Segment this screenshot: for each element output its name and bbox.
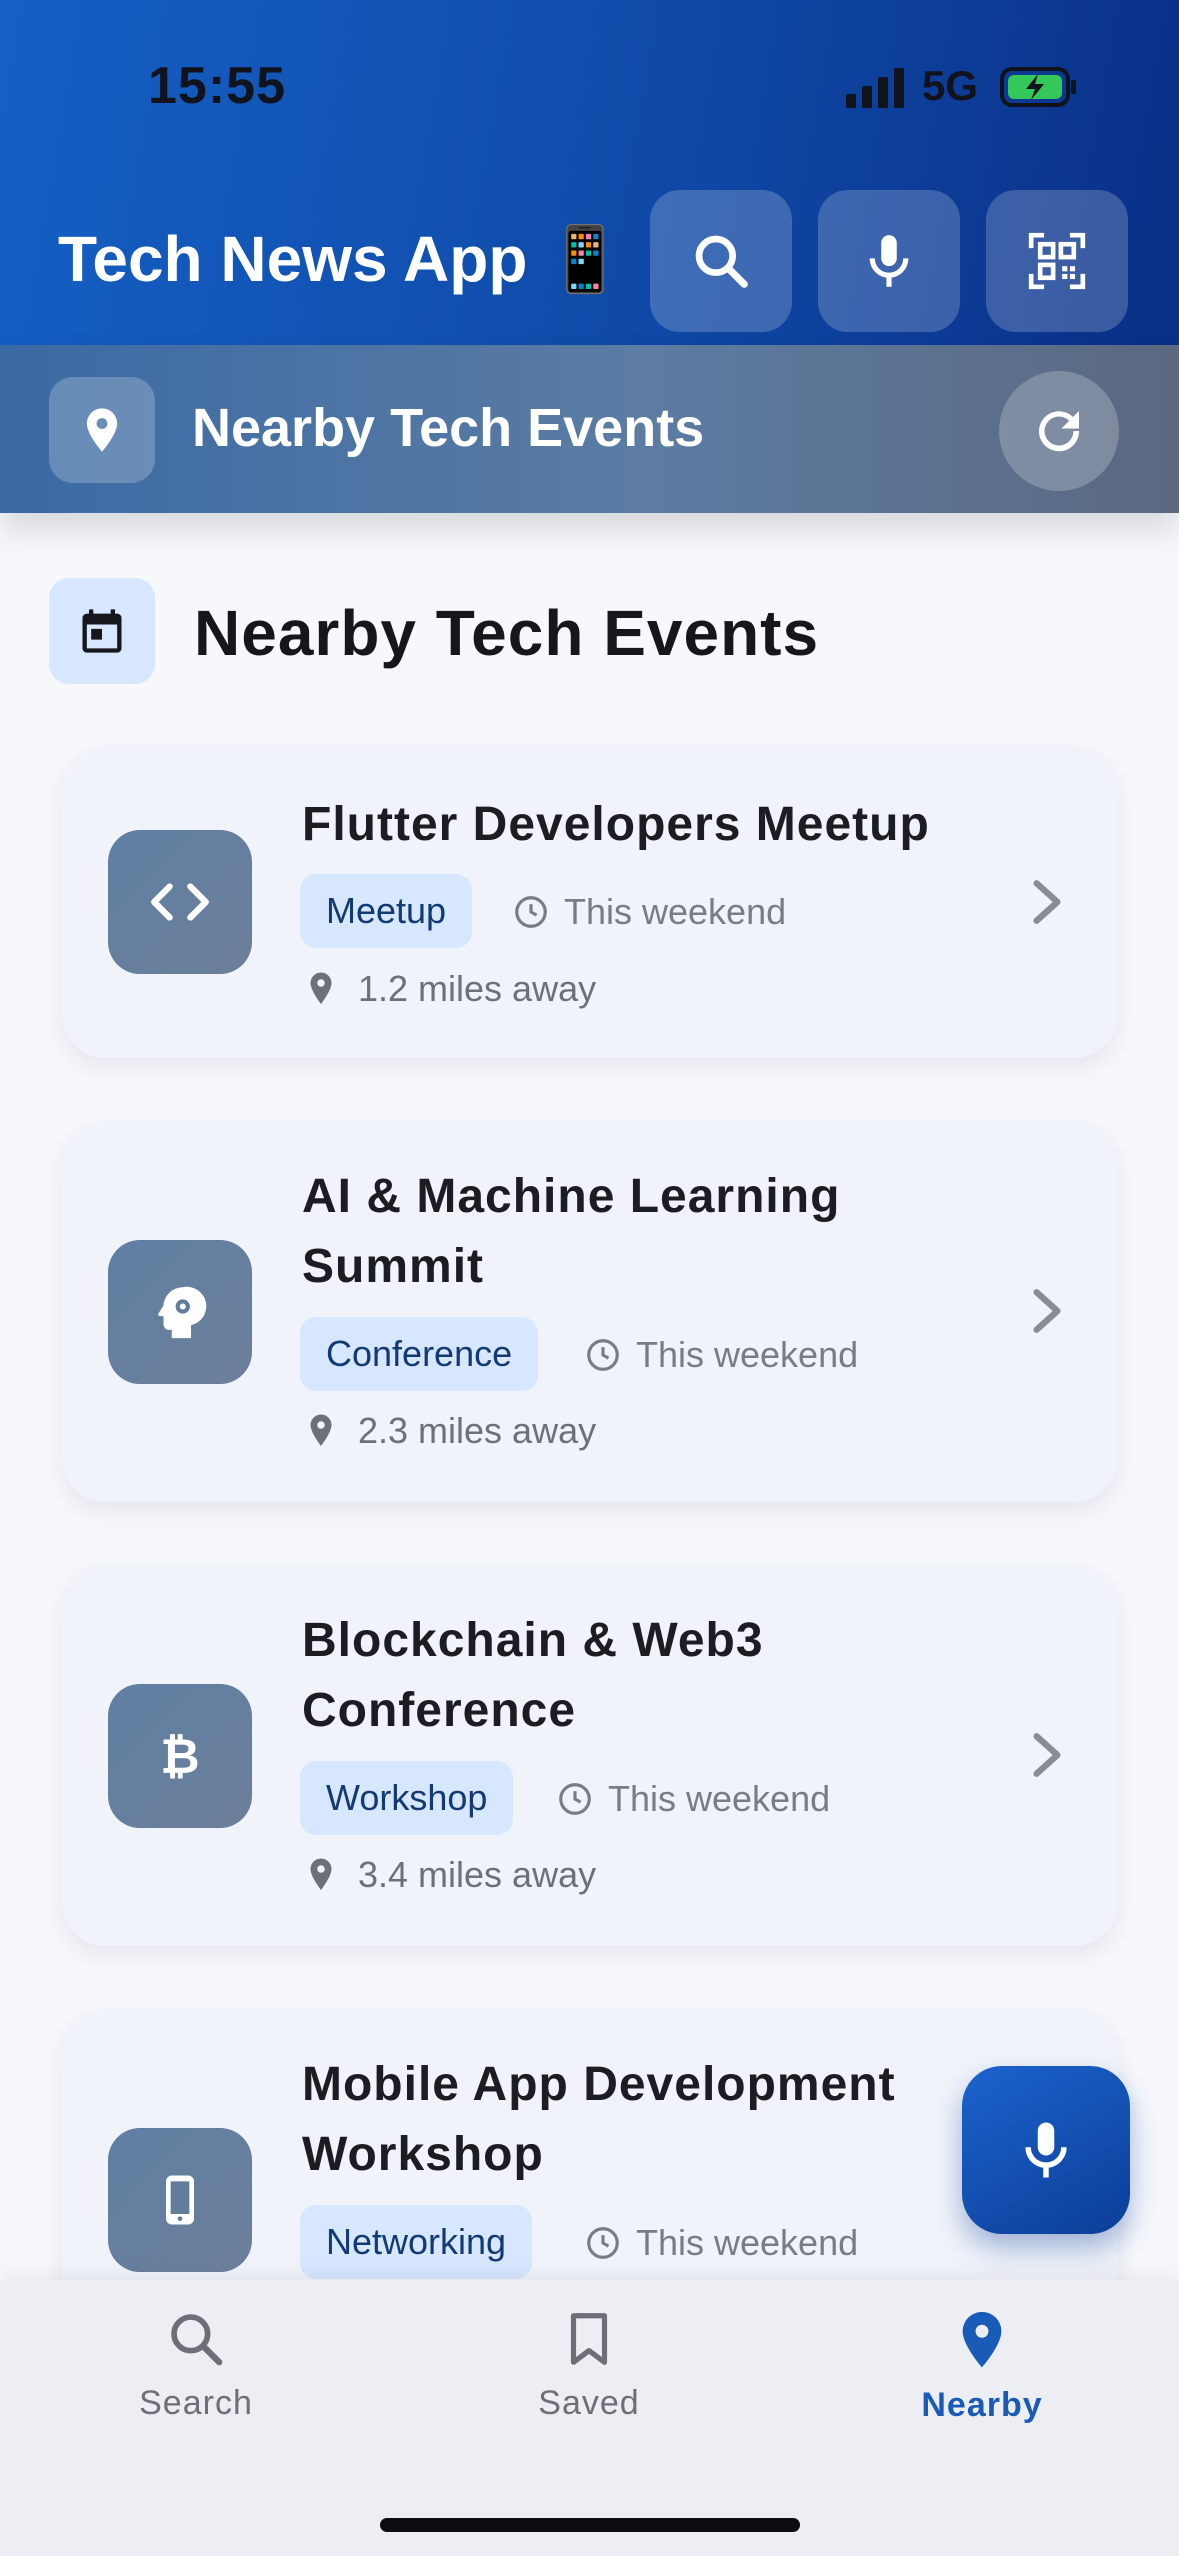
event-distance: 1.2 miles away: [306, 968, 596, 1010]
chevron-right-icon: [1033, 1289, 1061, 1333]
event-card[interactable]: AI & Machine Learning Summit Conference …: [62, 1120, 1118, 1502]
location-pin-icon: [310, 1414, 332, 1446]
location-pin-icon: [310, 972, 332, 1004]
event-card[interactable]: ₿ Blockchain & Web3 Conference Workshop …: [62, 1564, 1118, 1946]
voice-search-button[interactable]: [818, 190, 960, 332]
nav-label: Saved: [538, 2384, 640, 2422]
cellular-signal-icon: [846, 68, 904, 108]
location-pin-icon: [86, 408, 118, 452]
event-card[interactable]: Flutter Developers Meetup Meetup This we…: [62, 746, 1118, 1058]
code-icon: [151, 883, 209, 921]
bottom-navigation: Search Saved Nearby: [0, 2280, 1179, 2556]
event-type-tag: Conference: [300, 1317, 539, 1391]
voice-fab-button[interactable]: [962, 2066, 1130, 2234]
event-distance: 2.3 miles away: [306, 1410, 596, 1452]
mic-icon: [869, 235, 909, 287]
nav-item-nearby[interactable]: Nearby: [852, 2308, 1112, 2425]
event-time: This weekend: [584, 1334, 858, 1376]
subheader-title: Nearby Tech Events: [192, 398, 705, 458]
search-icon: [695, 235, 748, 288]
phone-icon: [166, 2175, 194, 2225]
chevron-right-icon: [1033, 880, 1061, 924]
event-distance-text: 3.4 miles away: [358, 1854, 597, 1895]
location-badge: [49, 377, 155, 483]
event-distance-text: 2.3 miles away: [358, 1410, 597, 1451]
location-subheader: Nearby Tech Events: [0, 345, 1179, 513]
search-icon: [171, 2314, 223, 2366]
calendar-icon: [82, 609, 122, 653]
nav-label: Nearby: [921, 2386, 1043, 2424]
search-button[interactable]: [650, 190, 792, 332]
location-pin-icon: [310, 1858, 332, 1890]
network-type: 5G: [922, 62, 979, 109]
home-indicator: [380, 2518, 800, 2532]
nav-item-saved[interactable]: Saved: [459, 2308, 719, 2423]
chevron-right-icon: [1033, 1733, 1061, 1777]
refresh-icon: [1039, 411, 1080, 452]
section-calendar-badge: [49, 578, 155, 684]
event-time: This weekend: [512, 891, 786, 933]
event-icon-tile: [108, 2128, 252, 2272]
event-time-text: This weekend: [608, 1778, 831, 1819]
event-time: This weekend: [584, 2222, 858, 2264]
nav-item-search[interactable]: Search: [66, 2308, 326, 2423]
event-icon-tile: [108, 830, 252, 974]
clock-icon: [515, 896, 547, 928]
event-title: AI & Machine Learning Summit: [302, 1170, 841, 1293]
clock-icon: [587, 2227, 619, 2259]
bitcoin-icon: ₿: [160, 1729, 199, 1785]
event-distance: 3.4 miles away: [306, 1854, 596, 1896]
event-title: Flutter Developers Meetup: [302, 798, 930, 851]
location-pin-icon: [962, 2311, 1002, 2368]
event-time-text: This weekend: [564, 891, 787, 932]
event-type-tag: Networking: [300, 2205, 533, 2279]
event-type-tag: Meetup: [300, 874, 473, 948]
event-title: Blockchain & Web3 Conference: [302, 1614, 764, 1737]
svg-text:₿: ₿: [160, 1729, 199, 1785]
clock-icon: [587, 1339, 619, 1371]
mic-icon: [1025, 2122, 1067, 2178]
app-title: Tech News App 📱: [58, 223, 625, 295]
refresh-button[interactable]: [999, 371, 1119, 491]
event-time: This weekend: [556, 1778, 830, 1820]
brain-gear-icon: [158, 1286, 207, 1339]
clock-icon: [559, 1783, 591, 1815]
event-title: Mobile App Development Workshop: [302, 2058, 896, 2181]
qr-scan-icon: [1028, 232, 1086, 290]
section-title: Nearby Tech Events: [194, 597, 820, 669]
battery-charging-icon: [1000, 67, 1076, 107]
event-icon-tile: ₿: [108, 1684, 252, 1828]
app-header: 15:55 5G Tech News App 📱: [0, 0, 1179, 345]
nav-label: Search: [139, 2384, 253, 2422]
status-time: 15:55: [148, 57, 286, 115]
event-icon-tile: [108, 1240, 252, 1384]
event-type-tag: Workshop: [300, 1761, 514, 1835]
qr-scan-button[interactable]: [986, 190, 1128, 332]
event-time-text: This weekend: [636, 1334, 859, 1375]
event-distance-text: 1.2 miles away: [358, 968, 597, 1009]
bookmark-icon: [570, 2313, 608, 2365]
event-time-text: This weekend: [636, 2222, 859, 2263]
